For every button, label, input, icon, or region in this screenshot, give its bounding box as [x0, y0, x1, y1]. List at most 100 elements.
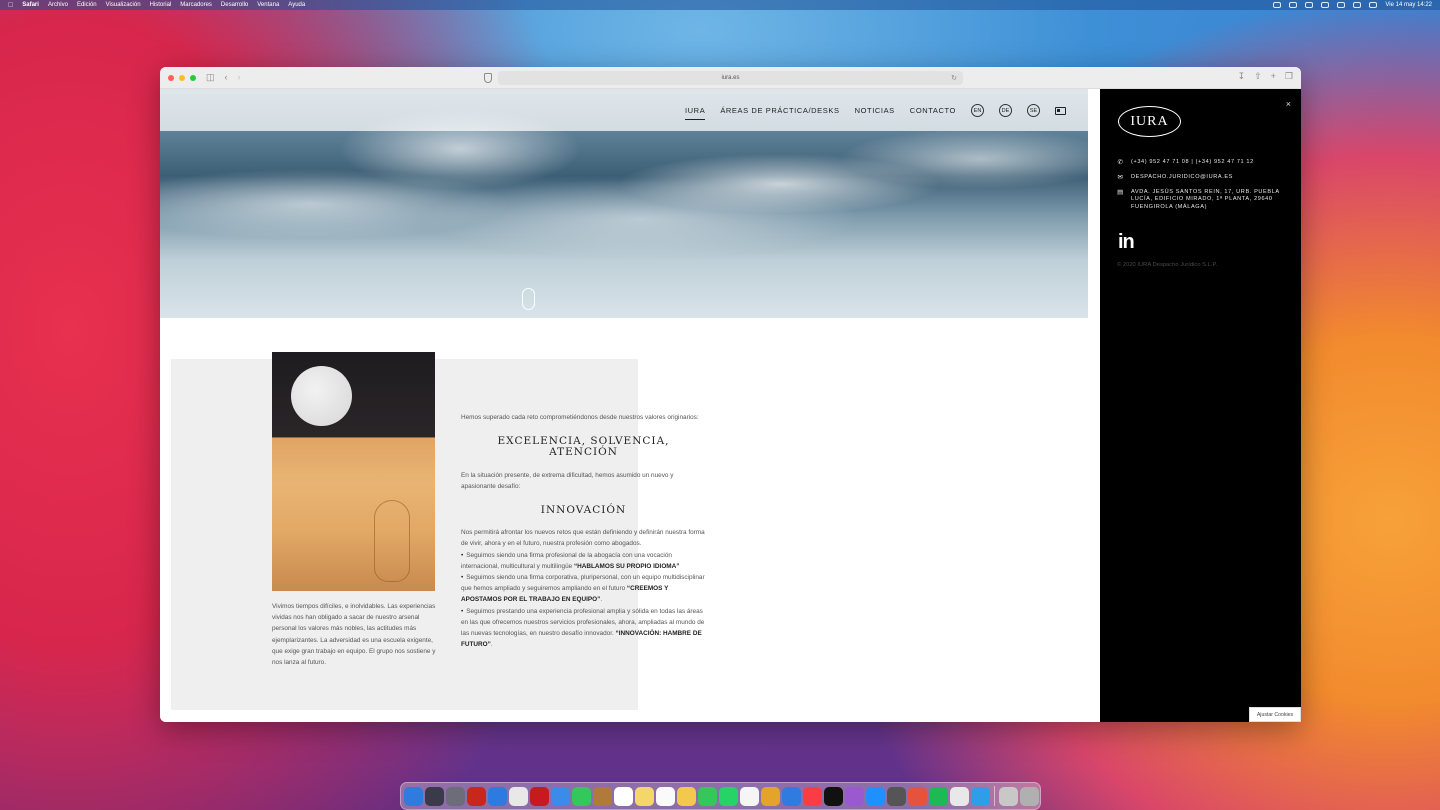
reload-icon[interactable]: ↻ [951, 74, 957, 82]
phone-row: ✆ (+34) 952 47 71 08 | (+34) 952 47 71 1… [1117, 159, 1281, 166]
dock-app-icon[interactable] [530, 786, 549, 806]
dock-app-icon[interactable] [656, 786, 675, 806]
lang-de[interactable]: DE [999, 104, 1012, 117]
menu-desarrollo[interactable]: Desarrollo [221, 2, 248, 8]
dock [400, 782, 1041, 810]
tabs-overview-icon[interactable]: ❐ [1285, 72, 1293, 81]
address-bar[interactable]: iura.es ↻ [498, 71, 963, 85]
dock-app-icon[interactable] [635, 786, 654, 806]
wifi-icon[interactable] [1337, 2, 1346, 8]
contact-card-icon[interactable] [1055, 106, 1066, 115]
site-nav: IURA ÁREAS DE PRÁCTICA/DESKS NOTICIAS CO… [684, 104, 1066, 120]
dock-app-icon[interactable] [1020, 786, 1039, 806]
site-header: IURA ÁREAS DE PRÁCTICA/DESKS NOTICIAS CO… [160, 89, 1088, 131]
menu-ventana[interactable]: Ventana [257, 2, 279, 8]
dock-app-icon[interactable] [740, 786, 759, 806]
lang-en[interactable]: EN [971, 104, 984, 117]
dock-app-icon[interactable] [866, 786, 885, 806]
dock-app-icon[interactable] [845, 786, 864, 806]
dock-app-icon[interactable] [425, 786, 444, 806]
scroll-down-indicator[interactable] [522, 288, 535, 310]
content-column: Hemos superado cada reto comprometiéndon… [461, 412, 706, 650]
menu-archivo[interactable]: Archivo [48, 2, 68, 8]
menu-bar:  Safari Archivo Edición Visualización H… [0, 0, 1440, 10]
zoom-window-button[interactable] [190, 74, 196, 81]
control-center-icon[interactable] [1369, 2, 1378, 8]
menu-visualizacion[interactable]: Visualización [106, 2, 141, 8]
search-icon[interactable] [1353, 2, 1362, 8]
heading-values: EXCELENCIA, SOLVENCIA, ATENCIÓN [497, 435, 670, 459]
heading-innovation: INNOVACIÓN [540, 504, 627, 517]
back-arrow-icon[interactable]: ‹ [225, 73, 228, 82]
menu-ayuda[interactable]: Ayuda [288, 2, 305, 8]
dock-app-icon[interactable] [404, 786, 423, 806]
menu-marcadores[interactable]: Marcadores [180, 2, 212, 8]
close-window-button[interactable] [168, 74, 174, 81]
cloud-icon[interactable] [1289, 2, 1298, 8]
dock-app-icon[interactable] [677, 786, 696, 806]
dock-app-icon[interactable] [761, 786, 780, 806]
sidebar-toggle-icon[interactable]: ◫ [206, 73, 215, 82]
dock-app-icon[interactable] [551, 786, 570, 806]
dock-app-icon[interactable] [908, 786, 927, 806]
cookie-settings-button[interactable]: Ajustar Cookies [1249, 707, 1301, 722]
dock-app-icon[interactable] [614, 786, 633, 806]
footprint-shape [374, 500, 410, 582]
artwork-image [272, 352, 435, 591]
minimize-window-button[interactable] [179, 74, 185, 81]
bullet-item: Seguimos siendo una firma profesional de… [461, 550, 706, 572]
apple-icon[interactable]:  [8, 2, 13, 9]
dock-app-icon[interactable] [887, 786, 906, 806]
phone-numbers[interactable]: (+34) 952 47 71 08 | (+34) 952 47 71 12 [1131, 159, 1281, 166]
downloads-icon[interactable]: ↧ [1238, 72, 1246, 81]
share-icon[interactable]: ⇧ [1254, 72, 1262, 81]
dock-app-icon[interactable] [803, 786, 822, 806]
email-link[interactable]: DESPACHO.JURIDICO@IURA.ES [1131, 174, 1281, 181]
intro-text: Hemos superado cada reto comprometiéndon… [461, 414, 699, 421]
window-controls [168, 74, 196, 81]
menu-clock[interactable]: Vie 14 may 14:22 [1385, 2, 1432, 8]
menu-historial[interactable]: Historial [150, 2, 172, 8]
bullet-end: . [600, 596, 603, 604]
new-tab-icon[interactable]: + [1271, 72, 1276, 81]
dock-app-icon[interactable] [950, 786, 969, 806]
dock-app-icon[interactable] [593, 786, 612, 806]
dock-app-icon[interactable] [446, 786, 465, 806]
close-icon[interactable]: × [1286, 99, 1291, 109]
lang-se[interactable]: SE [1027, 104, 1040, 117]
dock-app-icon[interactable] [971, 786, 990, 806]
dock-app-icon[interactable] [929, 786, 948, 806]
nav-areas[interactable]: ÁREAS DE PRÁCTICA/DESKS [720, 106, 839, 115]
dock-app-icon[interactable] [572, 786, 591, 806]
address-card-icon: ▤ [1117, 189, 1124, 196]
nav-contacto[interactable]: CONTACTO [910, 106, 956, 115]
dock-app-icon[interactable] [488, 786, 507, 806]
copyright-text: © 2020 IURA Despacho Jurídico S.L.P. [1117, 262, 1218, 268]
dock-app-icon[interactable] [719, 786, 738, 806]
forward-arrow-icon[interactable]: › [238, 73, 241, 82]
dock-separator [994, 786, 995, 806]
hero-image-waves: IURA ÁREAS DE PRÁCTICA/DESKS NOTICIAS CO… [160, 89, 1088, 318]
dock-app-icon[interactable] [509, 786, 528, 806]
menu-edicion[interactable]: Edición [77, 2, 97, 8]
menu-app-name[interactable]: Safari [22, 2, 39, 8]
nav-iura[interactable]: IURA [684, 106, 706, 120]
dock-app-icon[interactable] [782, 786, 801, 806]
privacy-shield-icon[interactable] [484, 73, 492, 83]
intro-left-text: Vivimos tiempos difíciles, e inolvidable… [272, 603, 436, 667]
dock-app-icon[interactable] [698, 786, 717, 806]
dock-app-icon[interactable] [824, 786, 843, 806]
battery-icon[interactable] [1321, 2, 1330, 8]
dock-app-icon[interactable] [467, 786, 486, 806]
email-row: ✉ DESPACHO.JURIDICO@IURA.ES [1117, 174, 1281, 181]
phone-icon: ✆ [1117, 159, 1124, 166]
url-text: iura.es [721, 75, 740, 81]
nav-noticias[interactable]: NOTICIAS [855, 106, 895, 115]
address-text: AVDA. JESÚS SANTOS REIN, 17, URB. PUEBLA… [1131, 189, 1280, 210]
mail-icon: ✉ [1117, 174, 1124, 181]
dock-app-icon[interactable] [999, 786, 1018, 806]
linkedin-icon[interactable]: in [1118, 231, 1135, 254]
iura-logo[interactable]: IURA [1118, 106, 1181, 137]
status-icon[interactable] [1273, 2, 1282, 8]
screen-icon[interactable] [1305, 2, 1314, 8]
